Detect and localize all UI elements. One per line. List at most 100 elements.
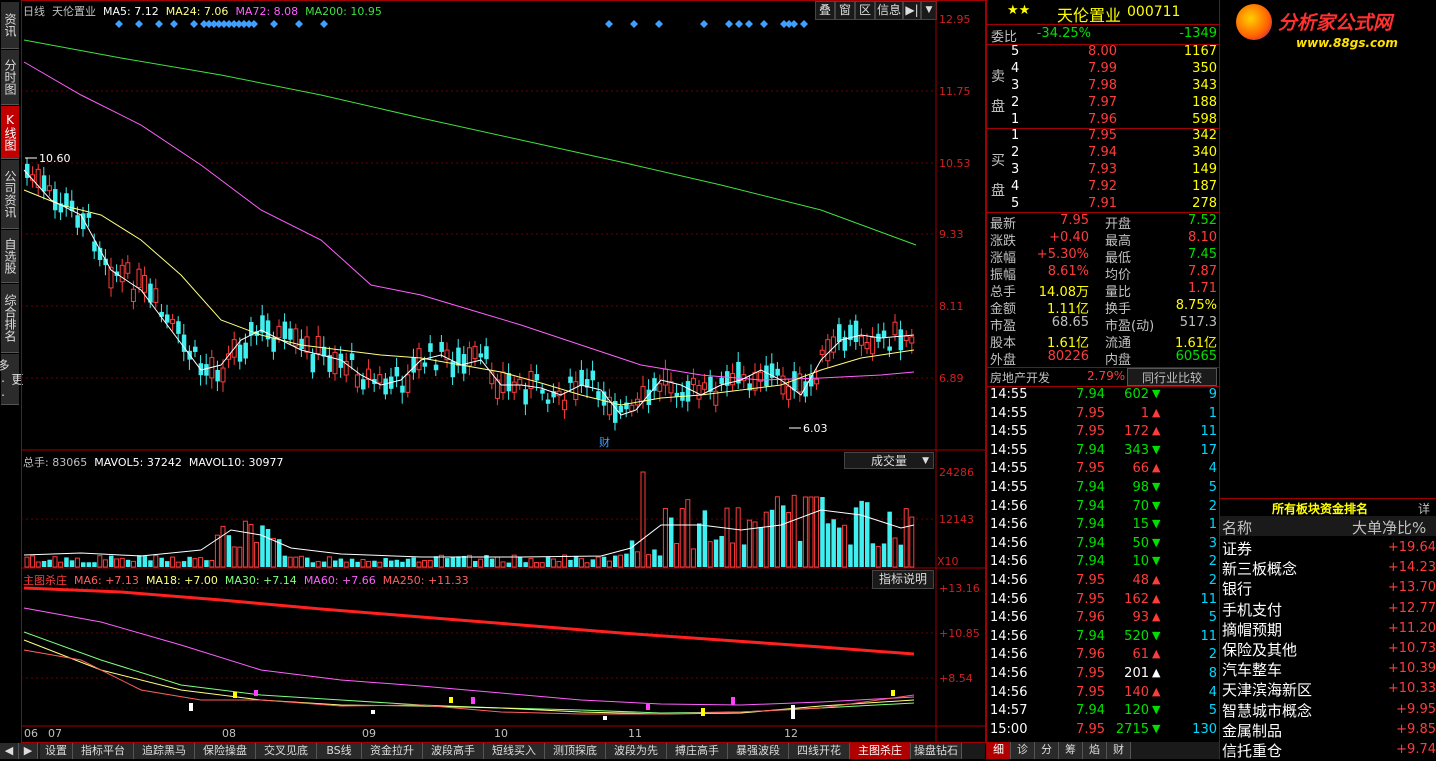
volume-bars <box>24 471 915 568</box>
bottom-tab[interactable]: 保险操盘 <box>195 743 256 759</box>
bottom-tab[interactable]: 主图杀庄 <box>850 743 911 759</box>
tick-price: 7.95 <box>1076 684 1105 700</box>
quote-tab[interactable]: 细 <box>987 742 1011 759</box>
rank-row[interactable]: 汽车整车 +10.39 <box>1220 659 1436 679</box>
quote-tab[interactable]: 分 <box>1035 742 1059 759</box>
tick-price: 7.94 <box>1076 535 1105 551</box>
tab-watchlist[interactable]: 自选股 <box>1 230 19 283</box>
sector-name: 证券 <box>1222 540 1253 558</box>
volume-selector[interactable]: 成交量 ▼ <box>844 452 934 469</box>
bottom-tab[interactable]: 测顶探底 <box>545 743 606 759</box>
quote-tab[interactable]: 筹 <box>1059 742 1083 759</box>
rank-detail-button[interactable]: 详 <box>1418 500 1430 517</box>
rank-col-value[interactable]: 大单净比% <box>1352 517 1426 538</box>
bottom-tab[interactable]: 暴强波段 <box>728 743 789 759</box>
stat-row: 振幅 8.61% 均价 7.87 <box>987 264 1220 283</box>
rank-row[interactable]: 金属制品 +9.85 <box>1220 720 1436 740</box>
sector-name: 信托重仓 <box>1222 742 1283 760</box>
tab-kline[interactable]: K线图 <box>1 106 19 159</box>
stat-value: 8.75% <box>1175 298 1217 313</box>
bottom-tab[interactable]: 四线开花 <box>789 743 850 759</box>
bottom-tab[interactable]: 交叉见底 <box>256 743 317 759</box>
tick-count: 5 <box>1208 480 1217 495</box>
rank-row[interactable]: 保险及其他 +10.73 <box>1220 639 1436 659</box>
rank-row[interactable]: 天津滨海新区 +10.33 <box>1220 679 1436 699</box>
bottom-tab[interactable]: 指标平台 <box>73 743 134 759</box>
arrow-up-icon: ▲ <box>1152 405 1161 419</box>
arrow-up-icon: ▲ <box>1152 666 1161 679</box>
tab-ranking[interactable]: 综合排名 <box>1 284 19 353</box>
rank-col-name[interactable]: 名称 <box>1222 517 1252 538</box>
volume: 1167 <box>1183 44 1217 59</box>
tab-news[interactable]: 资讯 <box>1 2 19 49</box>
indicator-help-button[interactable]: 指标说明 <box>872 570 934 589</box>
bottom-tab[interactable]: BS线 <box>317 743 362 759</box>
quote-panel: ★★ 天伦置业 000711 委比 -34.25% -1349 卖 盘 5 8.0… <box>986 0 1220 759</box>
volume: 278 <box>1192 196 1217 211</box>
tab-more[interactable]: 更多.. <box>0 354 24 405</box>
tick-row: 14:56 7.94 70 ▼ 2 <box>987 499 1220 516</box>
sector-value: +9.95 <box>1396 701 1436 717</box>
rank-row[interactable]: 智慧城市概念 +9.95 <box>1220 700 1436 720</box>
compare-industry-button[interactable]: 同行业比较 <box>1127 368 1217 386</box>
bottom-tab[interactable]: 搏庄高手 <box>667 743 728 759</box>
sector-name: 保险及其他 <box>1222 641 1298 659</box>
sector-name: 摘帽预期 <box>1222 620 1283 639</box>
stat-row: 涨跌 +0.40 最高 8.10 <box>987 230 1220 249</box>
arrow-down-icon: ▼ <box>1152 517 1161 531</box>
bottom-tab[interactable]: 设置 <box>40 743 73 759</box>
bottom-tab[interactable]: 波段为先 <box>606 743 667 759</box>
tick-volume: 15 <box>1132 517 1149 533</box>
rank-row[interactable]: 新三板概念 +14.23 <box>1220 558 1436 578</box>
arrow-down-icon: ▼ <box>1152 535 1161 549</box>
rank-row[interactable]: 信托重仓 +9.74 <box>1220 740 1436 760</box>
kline-chart[interactable]: 10.60 6.03 财 <box>21 0 986 743</box>
bottom-tab[interactable]: 操盘钻石 <box>911 743 962 759</box>
rank-row[interactable]: 证券 +19.64 <box>1220 538 1436 558</box>
sector-value: +14.23 <box>1387 560 1436 576</box>
stat-row: 市盈 68.65 市盈(动) 517.3 <box>987 315 1220 334</box>
tick-volume: 520 <box>1124 628 1149 644</box>
tick-volume: 343 <box>1124 442 1149 458</box>
sector-value: +19.64 <box>1387 540 1436 555</box>
tick-row: 15:00 7.95 2715 ▼ 130 <box>987 722 1220 739</box>
legend-ind-ma60: MA60: +7.66 <box>303 574 376 587</box>
stat-value: +0.40 <box>1049 230 1089 245</box>
tick-row: 14:55 7.95 1 ▲ 1 <box>987 406 1220 423</box>
stat-row: 涨幅 +5.30% 最低 7.45 <box>987 247 1220 266</box>
arrow-down-icon: ▼ <box>1152 628 1161 642</box>
quote-tab[interactable]: 诊 <box>1011 742 1035 759</box>
bottom-tab[interactable]: 波段高手 <box>423 743 484 759</box>
quote-tab[interactable]: 财 <box>1107 742 1131 759</box>
tab-company-news[interactable]: 公司资讯 <box>1 160 19 229</box>
tick-price: 7.94 <box>1076 442 1105 458</box>
tick-row: 14:56 7.94 50 ▼ 3 <box>987 536 1220 553</box>
sell-row: 2 7.97 188 <box>987 95 1220 112</box>
level: 3 <box>1011 162 1020 177</box>
level: 5 <box>1011 44 1020 59</box>
tick-volume: 2715 <box>1115 721 1149 737</box>
weibi-label: 委比 <box>991 30 1018 45</box>
tick-row: 14:56 7.96 93 ▲ 5 <box>987 610 1220 627</box>
tick-time: 14:56 <box>990 554 1028 570</box>
bottom-tab[interactable]: 追踪黑马 <box>134 743 195 759</box>
sector-name[interactable]: 房地产开发 <box>990 369 1050 386</box>
tick-volume: 1 <box>1140 405 1149 421</box>
tick-time: 14:56 <box>990 684 1028 700</box>
sector-value: +10.33 <box>1387 681 1436 697</box>
rank-row[interactable]: 摘帽预期 +11.20 <box>1220 619 1436 639</box>
arrow-down-icon: ▼ <box>1152 387 1161 400</box>
scroll-right-icon[interactable]: ▶ <box>19 743 38 759</box>
bottom-tab[interactable]: 资金拉升 <box>362 743 423 759</box>
quote-tab[interactable]: 焰 <box>1083 742 1107 759</box>
bottom-tab[interactable]: 短线买入 <box>484 743 545 759</box>
buy-row: 4 7.92 187 <box>987 179 1220 196</box>
rank-row[interactable]: 银行 +13.70 <box>1220 578 1436 598</box>
sector-value: +12.77 <box>1387 600 1436 616</box>
price: 7.99 <box>1088 61 1117 76</box>
rank-row[interactable]: 手机支付 +12.77 <box>1220 599 1436 619</box>
scroll-left-icon[interactable]: ◀ <box>0 743 19 759</box>
tab-intraday[interactable]: 分时图 <box>1 50 19 105</box>
earnings-marker: 财 <box>599 435 610 449</box>
stock-name: 天伦置业 <box>1057 6 1122 25</box>
